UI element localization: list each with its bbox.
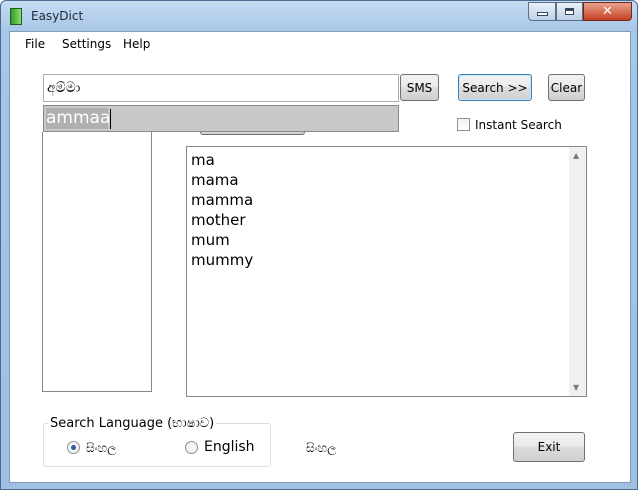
search-language-label: Search Language (භාෂාව) [48,416,217,431]
close-icon: ✕ [602,4,613,19]
search-input-text: අම්මා [47,80,81,96]
result-item[interactable]: mama [191,171,239,189]
minimize-icon [536,12,548,16]
menu-file[interactable]: File [25,37,45,51]
search-input[interactable]: අම්මා [43,74,399,102]
instant-search-checkbox[interactable] [457,118,470,131]
sinhala-radio[interactable] [67,441,80,454]
results-list[interactable]: ma mama mamma mother mum mummy ▲ ▼ [186,146,587,397]
clear-button[interactable]: Clear [548,74,585,101]
app-icon [10,8,22,25]
autocomplete-suggestion[interactable]: ammaa [46,108,110,129]
sinhala-radio-label[interactable]: සිංහල [86,441,116,456]
result-item[interactable]: mum [191,231,230,249]
up-arrow-icon[interactable]: ▲ [573,151,579,160]
instant-search-label: Instant Search [475,118,562,132]
autocomplete-dropdown[interactable]: ammaa [43,105,399,132]
clear-button-label: Clear [550,80,583,95]
menu-help[interactable]: Help [123,37,150,51]
title-bar[interactable]: EasyDict ✕ [1,1,637,31]
text-caret [110,109,111,129]
radio-dot [71,445,76,450]
english-radio[interactable] [185,441,198,454]
sms-button[interactable]: SMS [400,74,439,101]
result-item[interactable]: mummy [191,251,253,269]
word-list[interactable] [42,132,152,392]
maximize-button[interactable] [556,2,583,21]
english-radio-label[interactable]: English [204,439,255,455]
minimize-button[interactable] [528,2,556,21]
result-item[interactable]: mamma [191,191,253,209]
menu-settings[interactable]: Settings [62,37,111,51]
window-title: EasyDict [31,9,84,23]
exit-button[interactable]: Exit [513,432,585,462]
current-language-label: සිංහල [306,441,337,455]
sms-button-label: SMS [406,80,433,95]
results-scrollbar[interactable]: ▲ ▼ [569,147,586,396]
result-item[interactable]: mother [191,211,246,229]
menu-bar: File Settings Help [10,32,630,54]
maximize-icon [565,8,574,15]
close-button[interactable]: ✕ [583,2,632,21]
down-arrow-icon[interactable]: ▼ [573,383,579,392]
exit-button-label: Exit [537,440,561,454]
app-window: EasyDict ✕ File Settings Help අම්මා SMS … [0,0,638,490]
client-area: File Settings Help අම්මා SMS ammaa Searc… [9,31,631,483]
result-item[interactable]: ma [191,151,215,169]
search-button[interactable]: Search >> [458,74,532,101]
search-button-label: Search >> [462,80,528,95]
